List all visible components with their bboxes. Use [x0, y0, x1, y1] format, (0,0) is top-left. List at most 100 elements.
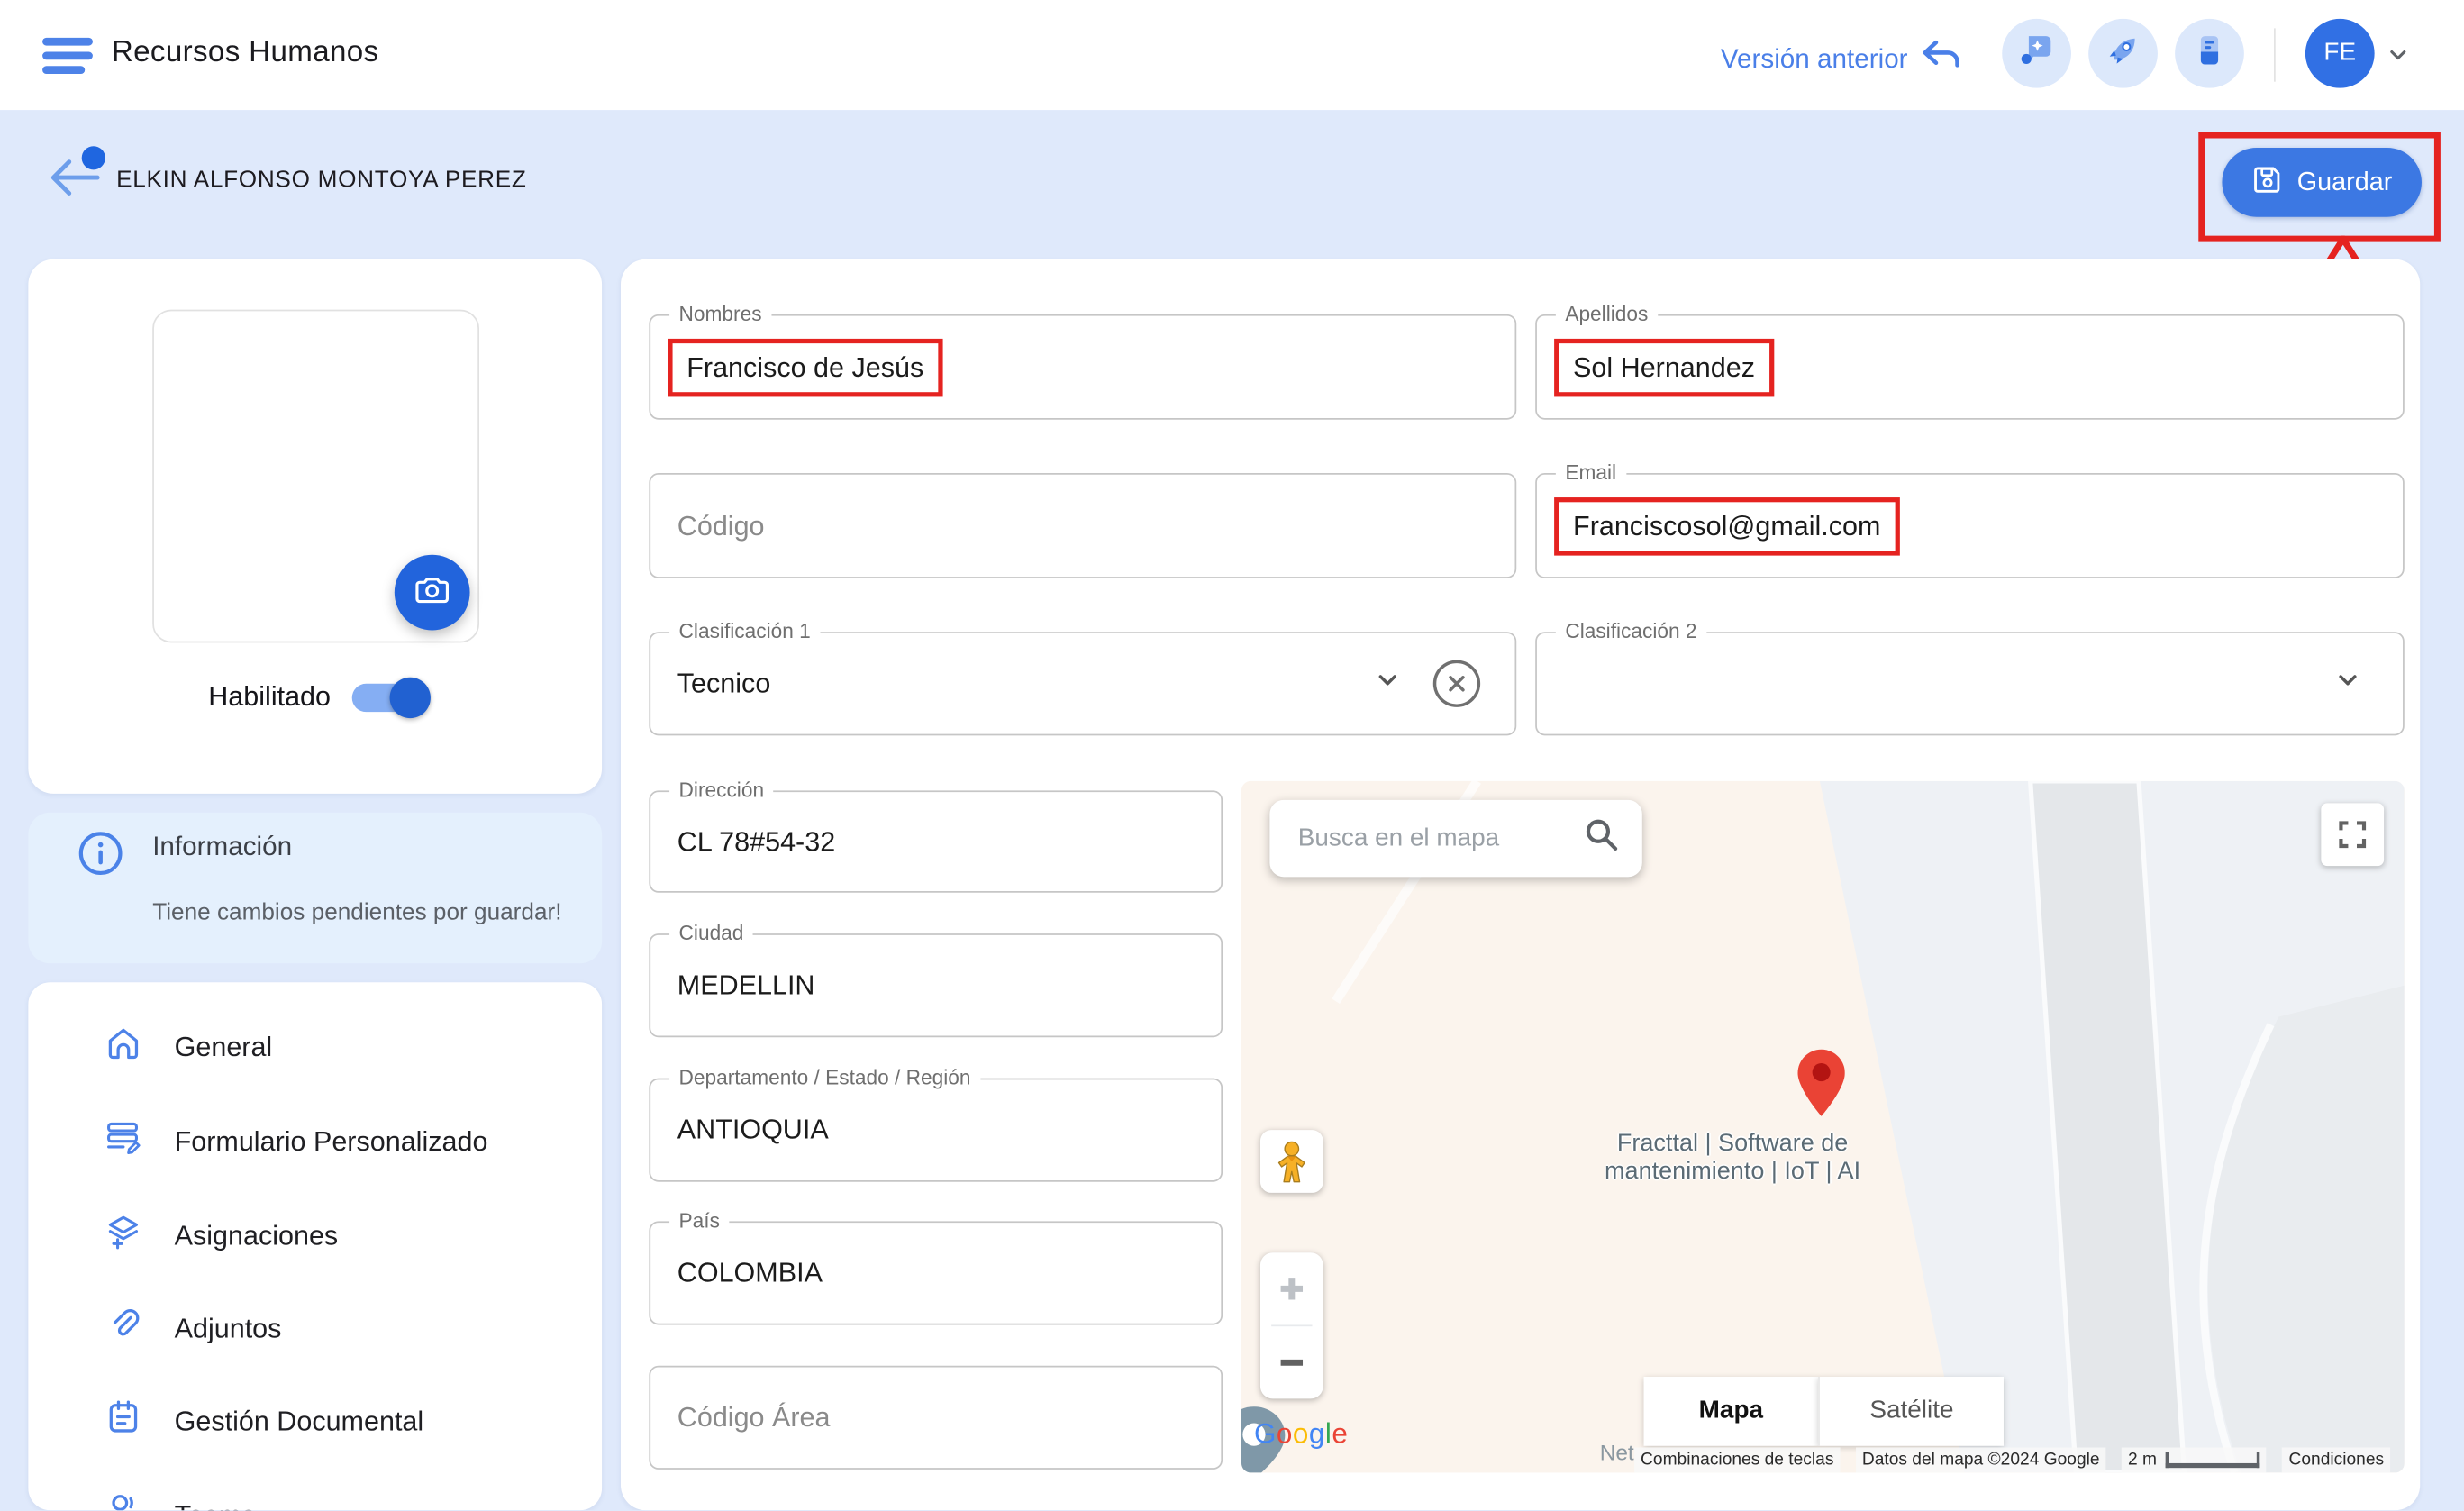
- clasificacion2-label: Clasificación 2: [1556, 619, 1706, 642]
- sidebar-item-label: Formulario Personalizado: [175, 1124, 488, 1158]
- save-button-label: Guardar: [2297, 168, 2393, 197]
- profile-card: Habilitado: [28, 259, 602, 794]
- home-icon: [104, 1024, 143, 1070]
- hamburger-menu-icon[interactable]: [42, 38, 93, 76]
- sidebar-item-asignaciones[interactable]: Asignaciones: [28, 1204, 602, 1267]
- nombres-value: Francisco de Jesús: [668, 338, 942, 396]
- sidebar-item-label: Gestión Documental: [175, 1405, 424, 1438]
- person-icon: [104, 1491, 143, 1510]
- map-scale-bar: [2166, 1452, 2260, 1467]
- sidebar-item-label: Adjuntos: [175, 1312, 282, 1345]
- enabled-label: Habilitado: [208, 680, 331, 714]
- terms-link[interactable]: Condiciones: [2283, 1447, 2391, 1472]
- pais-field[interactable]: País COLOMBIA: [649, 1221, 1223, 1324]
- sidebar-item-general[interactable]: General: [28, 1015, 602, 1079]
- notes-button[interactable]: [2175, 19, 2244, 88]
- unsaved-changes-dot: [82, 146, 105, 169]
- street-label: Net: [1600, 1440, 1634, 1465]
- sidebar-item-formulario-personalizado[interactable]: Formulario Personalizado: [28, 1109, 602, 1172]
- info-title: Información: [152, 832, 292, 863]
- chat-sparkle-icon: [2018, 31, 2056, 77]
- zoom-in-button[interactable]: [1260, 1252, 1323, 1324]
- clipboard-icon: [104, 1397, 143, 1444]
- previous-version-link[interactable]: Versión anterior: [1721, 38, 1961, 80]
- sidebar-item-gestion-documental[interactable]: Gestión Documental: [28, 1389, 602, 1452]
- map-marker-label: Fracttal | Software de mantenimiento | I…: [1571, 1130, 1894, 1187]
- top-app-bar: Recursos Humanos Versión anterior FE: [0, 0, 2464, 110]
- clasificacion1-clear-button[interactable]: [1433, 660, 1480, 707]
- nombres-field[interactable]: Nombres Francisco de Jesús: [649, 314, 1516, 420]
- map-type-map-button[interactable]: Mapa: [1644, 1377, 1819, 1446]
- document-icon: [2191, 31, 2229, 77]
- map-search-placeholder: Busca en el mapa: [1298, 824, 1499, 852]
- camera-icon: [414, 569, 451, 615]
- map-scale-label: 2 m: [2128, 1450, 2157, 1469]
- pegman-control[interactable]: [1260, 1130, 1323, 1193]
- codigo-field[interactable]: Código: [649, 473, 1516, 578]
- chevron-down-icon[interactable]: [2333, 666, 2361, 702]
- map-fullscreen-button[interactable]: [2321, 803, 2384, 866]
- avatar-initials: FE: [2323, 40, 2356, 68]
- clasificacion1-select[interactable]: Clasificación 1 Tecnico: [649, 632, 1516, 735]
- clasificacion1-label: Clasificación 1: [669, 619, 820, 642]
- record-title: ELKIN ALFONSO MONTOYA PEREZ: [116, 167, 527, 194]
- enabled-toggle[interactable]: [352, 683, 422, 711]
- upload-photo-button[interactable]: [395, 555, 470, 631]
- rocket-icon: [2105, 31, 2142, 77]
- email-label: Email: [1556, 460, 1626, 484]
- zoom-out-button[interactable]: [1260, 1326, 1323, 1398]
- info-message: Tiene cambios pendientes por guardar!: [152, 899, 561, 926]
- sidebar-item-label: Asignaciones: [175, 1219, 339, 1252]
- map-canvas: [1241, 781, 2405, 1472]
- info-icon: [76, 828, 126, 887]
- avatar-chevron-down-icon[interactable]: [2386, 42, 2411, 76]
- ciudad-field[interactable]: Ciudad MEDELLIN: [649, 933, 1223, 1037]
- pegman-icon: [1275, 1140, 1309, 1182]
- rocket-button[interactable]: [2088, 19, 2158, 88]
- screen: Recursos Humanos Versión anterior FE: [0, 0, 2464, 1510]
- undo-icon: [1921, 38, 1961, 80]
- departamento-field[interactable]: Departamento / Estado / Región ANTIOQUIA: [649, 1079, 1223, 1182]
- departamento-label: Departamento / Estado / Región: [669, 1066, 980, 1089]
- google-logo[interactable]: Google: [1254, 1417, 1348, 1451]
- codigo-placeholder: Código: [677, 509, 765, 542]
- pais-label: País: [669, 1208, 729, 1232]
- direccion-field[interactable]: Dirección CL 78#54-32: [649, 790, 1223, 892]
- codigo-area-field[interactable]: Código Área: [649, 1366, 1223, 1470]
- map-search-box[interactable]: Busca en el mapa: [1269, 800, 1641, 877]
- floppy-disk-icon: [2251, 163, 2283, 203]
- map-type-satellite-label: Satélite: [1869, 1397, 1953, 1425]
- ai-chat-button[interactable]: [2002, 19, 2071, 88]
- header-divider: [2274, 28, 2276, 81]
- app-title: Recursos Humanos: [112, 36, 379, 70]
- ciudad-label: Ciudad: [669, 921, 753, 944]
- user-avatar[interactable]: FE: [2305, 19, 2375, 88]
- paperclip-icon: [104, 1305, 143, 1352]
- layers-plus-icon: [104, 1212, 143, 1259]
- info-banner: Información Tiene cambios pendientes por…: [28, 813, 602, 963]
- fullscreen-icon: [2335, 817, 2369, 851]
- previous-version-label: Versión anterior: [1721, 43, 1908, 75]
- save-button[interactable]: Guardar: [2222, 148, 2422, 217]
- keyboard-shortcuts-link[interactable]: Combinaciones de teclas: [1634, 1447, 1840, 1472]
- clasificacion2-select[interactable]: Clasificación 2: [1535, 632, 2405, 735]
- sidebar-item-label: General: [175, 1030, 273, 1063]
- clasificacion1-value: Tecnico: [677, 667, 771, 700]
- sidebar-item-teams[interactable]: Teams: [28, 1484, 602, 1511]
- pais-value: COLOMBIA: [677, 1257, 823, 1290]
- apellidos-field[interactable]: Apellidos Sol Hernandez: [1535, 314, 2405, 420]
- email-field[interactable]: Email Franciscosol@gmail.com: [1535, 473, 2405, 578]
- direccion-label: Dirección: [669, 778, 773, 801]
- departamento-value: ANTIOQUIA: [677, 1114, 829, 1147]
- map-marker-icon[interactable]: [1797, 1048, 1844, 1117]
- sidebar-item-adjuntos[interactable]: Adjuntos: [28, 1297, 602, 1360]
- map-type-map-label: Mapa: [1699, 1397, 1763, 1425]
- map-attribution: Combinaciones de teclas Datos del mapa ©…: [1634, 1446, 2405, 1473]
- codigo-area-placeholder: Código Área: [677, 1401, 831, 1434]
- map-type-satellite-button[interactable]: Satélite: [1818, 1377, 2004, 1446]
- sidebar-menu-card: General Formulario Personalizado Asignac…: [28, 982, 602, 1510]
- chevron-down-icon[interactable]: [1374, 666, 1402, 702]
- direccion-value: CL 78#54-32: [677, 825, 835, 859]
- map-panel[interactable]: Busca en el mapa Fracttal | Software de …: [1241, 781, 2405, 1472]
- apellidos-value: Sol Hernandez: [1554, 338, 1774, 396]
